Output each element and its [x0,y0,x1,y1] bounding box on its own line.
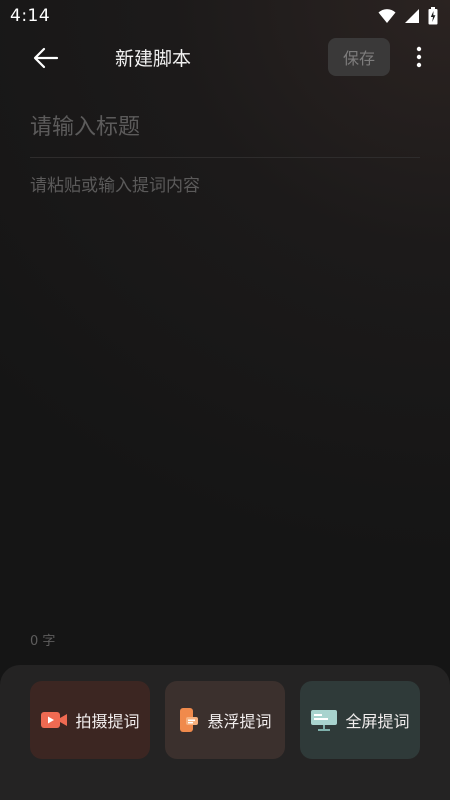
divider [30,157,420,158]
floating-window-icon [178,707,200,733]
bottom-action-panel: 拍摄提词 悬浮提词 全屏提词 [0,665,450,800]
more-vertical-icon [416,46,422,68]
save-button[interactable]: 保存 [328,38,390,76]
status-time: 4:14 [10,6,51,26]
fullscreen-prompter-label: 全屏提词 [345,712,410,731]
title-input[interactable]: 请输入标题 [30,100,420,150]
battery-icon [428,7,438,25]
arrow-left-icon [33,47,59,69]
shoot-prompter-button[interactable]: 拍摄提词 [30,681,150,759]
word-count: 0 字 [30,634,56,649]
shoot-prompter-label: 拍摄提词 [75,712,140,731]
back-button[interactable] [22,40,70,76]
status-icons [378,7,438,25]
page-title: 新建脚本 [115,48,192,70]
float-prompter-label: 悬浮提词 [207,712,272,731]
video-camera-icon [40,709,68,731]
wifi-icon [378,9,396,23]
float-prompter-button[interactable]: 悬浮提词 [165,681,285,759]
signal-icon [405,9,419,23]
status-bar: 4:14 [0,0,450,32]
fullscreen-prompter-button[interactable]: 全屏提词 [300,681,420,759]
app-bar: 新建脚本 保存 [0,32,450,84]
teleprompter-screen-icon [310,708,338,732]
more-options-button[interactable] [404,38,434,76]
content-input[interactable]: 请粘贴或输入提词内容 [30,172,420,612]
